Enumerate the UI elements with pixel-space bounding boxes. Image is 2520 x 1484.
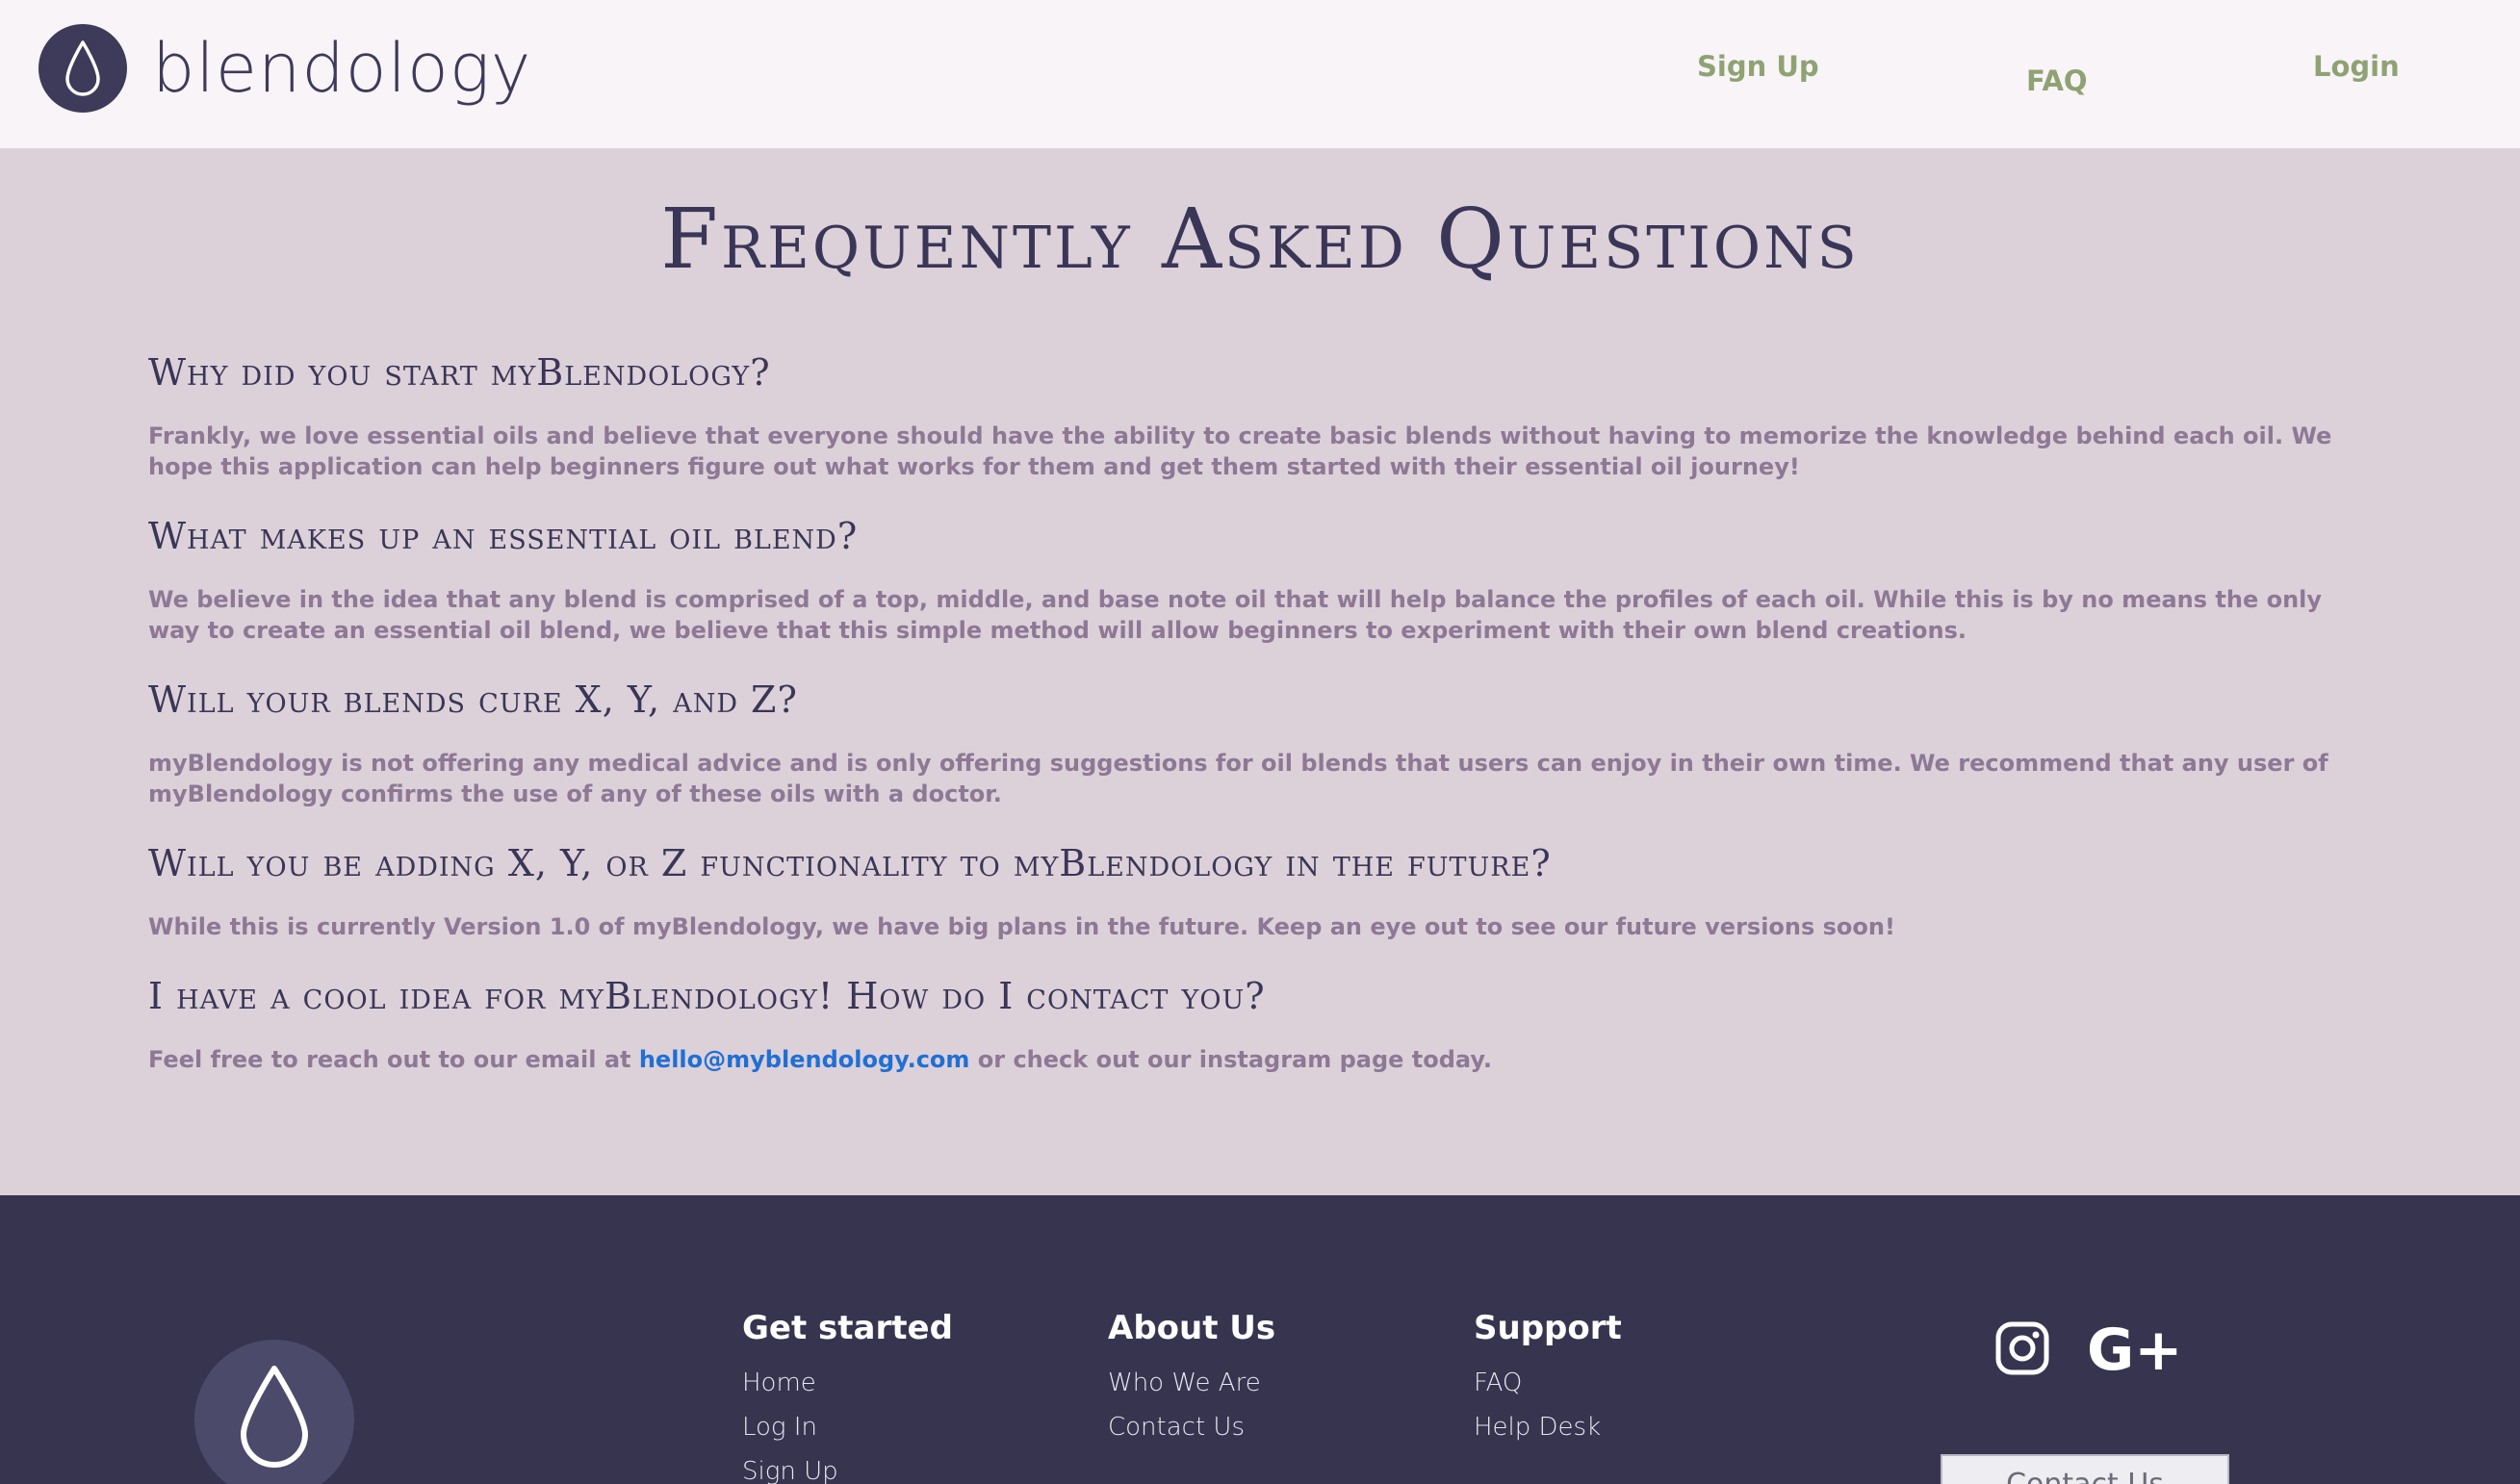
faq-item: I have a cool idea for myBlendology! How… xyxy=(148,971,2372,1075)
faq-answer: We believe in the idea that any blend is… xyxy=(148,586,2323,644)
site-footer: Get started Home Log In Sign Up About Us… xyxy=(0,1195,2520,1484)
faq-question: Why did you start myBlendology? xyxy=(148,351,771,394)
footer-link-home[interactable]: Home xyxy=(742,1361,953,1405)
footer-heading: Get started xyxy=(742,1309,953,1347)
footer-column-get-started: Get started Home Log In Sign Up xyxy=(742,1309,953,1484)
footer-link-sign-up[interactable]: Sign Up xyxy=(742,1449,953,1484)
faq-answer: While this is currently Version 1.0 of m… xyxy=(148,913,1895,940)
footer-column-support: Support FAQ Help Desk xyxy=(1474,1309,1622,1449)
droplet-icon xyxy=(39,24,127,113)
nav-login-link[interactable]: Login xyxy=(2313,50,2400,83)
email-link[interactable]: hello@myblendology.com xyxy=(639,1046,970,1073)
footer-link-faq[interactable]: FAQ xyxy=(1474,1361,1622,1405)
faq-item: Will your blends cure X, Y, and Z? myBle… xyxy=(148,675,2372,809)
brand-name: blendology xyxy=(152,29,532,108)
faq-section: Frequently Asked Questions Why did you s… xyxy=(0,148,2520,1195)
footer-droplet-icon xyxy=(194,1340,354,1484)
answer-text-prefix: Feel free to reach out to our email at xyxy=(148,1046,639,1073)
nav-sign-up-link[interactable]: Sign Up xyxy=(1697,50,1819,83)
faq-question: I have a cool idea for myBlendology! How… xyxy=(148,975,1266,1017)
footer-heading: Support xyxy=(1474,1309,1622,1347)
brand-logo[interactable]: blendology xyxy=(39,23,531,114)
faq-question: What makes up an essential oil blend? xyxy=(148,515,859,557)
faq-item: Will you be adding X, Y, or Z functional… xyxy=(148,838,2372,942)
faq-question: Will your blends cure X, Y, and Z? xyxy=(148,678,798,721)
page-title: Frequently Asked Questions xyxy=(660,192,1860,288)
footer-link-help-desk[interactable]: Help Desk xyxy=(1474,1405,1622,1449)
faq-item: Why did you start myBlendology? Frankly,… xyxy=(148,347,2372,482)
site-header: blendology Sign Up FAQ Login xyxy=(0,0,2520,148)
footer-heading: About Us xyxy=(1108,1309,1276,1347)
footer-link-who-we-are[interactable]: Who We Are xyxy=(1108,1361,1275,1405)
instagram-icon[interactable] xyxy=(1994,1320,2050,1380)
nav-faq-link[interactable]: FAQ xyxy=(2026,64,2088,97)
footer-link-log-in[interactable]: Log In xyxy=(742,1405,953,1449)
faq-answer: Feel free to reach out to our email at h… xyxy=(148,1044,2353,1075)
contact-us-button[interactable]: Contact Us xyxy=(1941,1454,2229,1484)
faq-item: What makes up an essential oil blend? We… xyxy=(148,511,2372,646)
google-plus-icon[interactable]: G+ xyxy=(2087,1321,2183,1379)
faq-answer: Frankly, we love essential oils and beli… xyxy=(148,422,2332,480)
faq-answer: myBlendology is not offering any medical… xyxy=(148,750,2328,807)
faq-question: Will you be adding X, Y, or Z functional… xyxy=(148,842,1552,884)
footer-link-contact-us[interactable]: Contact Us xyxy=(1108,1405,1275,1449)
faq-list: Why did you start myBlendology? Frankly,… xyxy=(148,347,2372,1104)
footer-column-about-us: About Us Who We Are Contact Us xyxy=(1108,1309,1275,1449)
social-links: G+ xyxy=(1994,1320,2183,1380)
answer-text-suffix: or check out our instagram page today. xyxy=(969,1046,1492,1073)
